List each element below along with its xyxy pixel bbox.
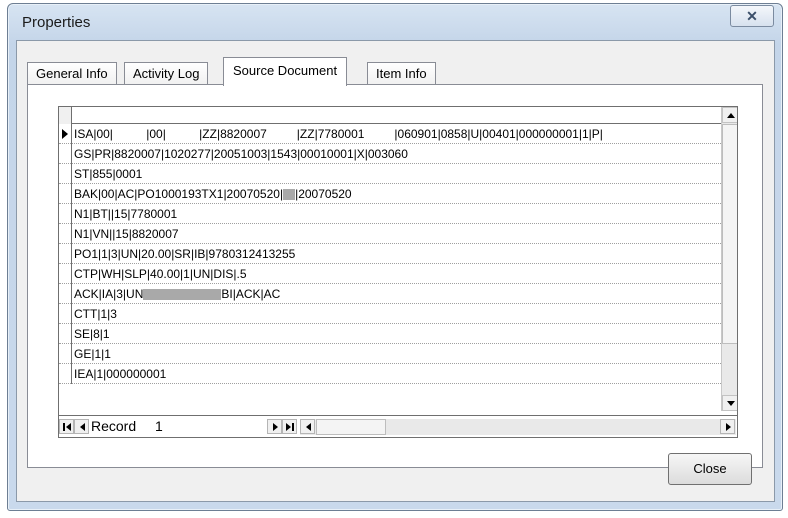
segment-text: BAK|00|AC|PO1000193TX1|20070520|	[74, 187, 284, 201]
source-document-grid[interactable]: ISA|00| |00| |ZZ|8820007 |ZZ|7780001 |06…	[58, 106, 738, 438]
row-selector[interactable]	[59, 284, 72, 304]
first-record-button[interactable]	[59, 419, 74, 434]
next-record-icon	[273, 423, 278, 431]
table-row[interactable]: CTT|1|3	[59, 304, 723, 324]
arrow-up-icon	[727, 113, 735, 118]
redacted-block	[143, 289, 222, 301]
next-record-button[interactable]	[267, 419, 282, 434]
first-bar-icon	[63, 423, 65, 431]
table-row[interactable]: N1|BT||15|7780001	[59, 204, 723, 224]
last-record-icon	[286, 423, 291, 431]
table-row[interactable]: IEA|1|000000001	[59, 364, 723, 384]
row-selector[interactable]	[59, 164, 72, 184]
segment-cell[interactable]: N1|VN||15|8820007	[72, 224, 179, 243]
row-selector[interactable]	[59, 144, 72, 164]
grid-corner	[59, 107, 72, 124]
table-row[interactable]: ACK|IA|3|UN BI|ACK|AC	[59, 284, 723, 304]
record-navigator: Record 1	[59, 415, 737, 437]
row-selector[interactable]	[59, 324, 72, 344]
tab-activity-log[interactable]: Activity Log	[124, 62, 209, 85]
segment-cell[interactable]: ISA|00| |00| |ZZ|8820007 |ZZ|7780001 |06…	[72, 124, 603, 143]
table-row[interactable]: GE|1|1	[59, 344, 723, 364]
record-number-field[interactable]: 1	[155, 418, 163, 434]
vertical-scrollbar[interactable]	[721, 107, 737, 411]
segment-cell[interactable]: GS|PR|8820007|1020277|20051003|1543|0001…	[72, 144, 408, 163]
table-row[interactable]: N1|VN||15|8820007	[59, 224, 723, 244]
close-button[interactable]: Close	[668, 453, 752, 485]
grid-header	[59, 107, 723, 124]
record-label: Record	[91, 418, 137, 434]
row-selector[interactable]	[59, 364, 72, 384]
segment-cell[interactable]: CTP|WH|SLP|40.00|1|UN|DIS|.5	[72, 264, 247, 283]
window-title: Properties	[22, 14, 91, 31]
segment-text: |20070520	[295, 187, 352, 201]
last-record-button[interactable]	[282, 419, 297, 434]
dialog-body: General Info Activity Log Source Documen…	[16, 40, 775, 502]
scroll-up-button[interactable]	[722, 107, 737, 123]
segment-cell[interactable]: GE|1|1	[72, 344, 111, 363]
window-close-button[interactable]: ✕	[730, 5, 774, 27]
horizontal-scroll-thumb[interactable]	[316, 419, 386, 435]
horizontal-scrollbar[interactable]	[300, 419, 736, 435]
segment-cell[interactable]: PO1|1|3|UN|20.00|SR|IB|9780312413255	[72, 244, 295, 263]
segment-text: ACK|IA|3|UN	[74, 287, 144, 301]
arrow-left-icon	[306, 423, 311, 431]
row-selector[interactable]	[59, 244, 72, 264]
segment-text: BI|ACK|AC	[221, 287, 281, 301]
tab-source-document[interactable]: Source Document	[223, 57, 348, 86]
table-row[interactable]: SE|8|1	[59, 324, 723, 344]
segment-cell[interactable]: IEA|1|000000001	[72, 364, 166, 383]
previous-record-icon	[80, 423, 85, 431]
vertical-scroll-thumb[interactable]	[722, 124, 737, 344]
row-selector[interactable]	[59, 344, 72, 364]
row-selector[interactable]	[59, 124, 72, 144]
scroll-down-button[interactable]	[722, 395, 737, 411]
table-row[interactable]: ST|855|0001	[59, 164, 723, 184]
segment-cell[interactable]: ACK|IA|3|UN BI|ACK|AC	[72, 284, 280, 303]
tab-item-info[interactable]: Item Info	[367, 62, 436, 85]
arrow-right-icon	[726, 423, 731, 431]
segment-cell[interactable]: N1|BT||15|7780001	[72, 204, 177, 223]
close-icon: ✕	[746, 8, 758, 24]
first-record-icon	[66, 423, 71, 431]
table-row[interactable]: PO1|1|3|UN|20.00|SR|IB|9780312413255	[59, 244, 723, 264]
table-row[interactable]: ISA|00| |00| |ZZ|8820007 |ZZ|7780001 |06…	[59, 124, 723, 144]
grid-rows: ISA|00| |00| |ZZ|8820007 |ZZ|7780001 |06…	[59, 124, 723, 411]
table-row[interactable]: BAK|00|AC|PO1000193TX1|20070520| |2007052…	[59, 184, 723, 204]
row-selector[interactable]	[59, 204, 72, 224]
scroll-left-button[interactable]	[300, 419, 315, 434]
table-row[interactable]: CTP|WH|SLP|40.00|1|UN|DIS|.5	[59, 264, 723, 284]
arrow-down-icon	[727, 401, 735, 406]
row-selector[interactable]	[59, 264, 72, 284]
row-selector[interactable]	[59, 304, 72, 324]
row-selector[interactable]	[59, 184, 72, 204]
screen: Properties ✕ General Info Activity Log S…	[0, 0, 788, 518]
source-document-panel: ISA|00| |00| |ZZ|8820007 |ZZ|7780001 |06…	[27, 84, 763, 468]
segment-cell[interactable]: CTT|1|3	[72, 304, 117, 323]
last-bar-icon	[292, 423, 294, 431]
row-selector[interactable]	[59, 224, 72, 244]
tab-general-info[interactable]: General Info	[27, 62, 117, 85]
segment-cell[interactable]: BAK|00|AC|PO1000193TX1|20070520| |2007052…	[72, 184, 352, 203]
segment-cell[interactable]: ST|855|0001	[72, 164, 142, 183]
properties-dialog: Properties ✕ General Info Activity Log S…	[7, 3, 783, 511]
scroll-right-button[interactable]	[720, 419, 735, 434]
table-row[interactable]: GS|PR|8820007|1020277|20051003|1543|0001…	[59, 144, 723, 164]
current-row-arrow-icon	[62, 129, 68, 139]
redacted-block	[283, 189, 296, 201]
title-bar: Properties ✕	[8, 4, 782, 40]
previous-record-button[interactable]	[74, 419, 89, 434]
segment-cell[interactable]: SE|8|1	[72, 324, 110, 343]
